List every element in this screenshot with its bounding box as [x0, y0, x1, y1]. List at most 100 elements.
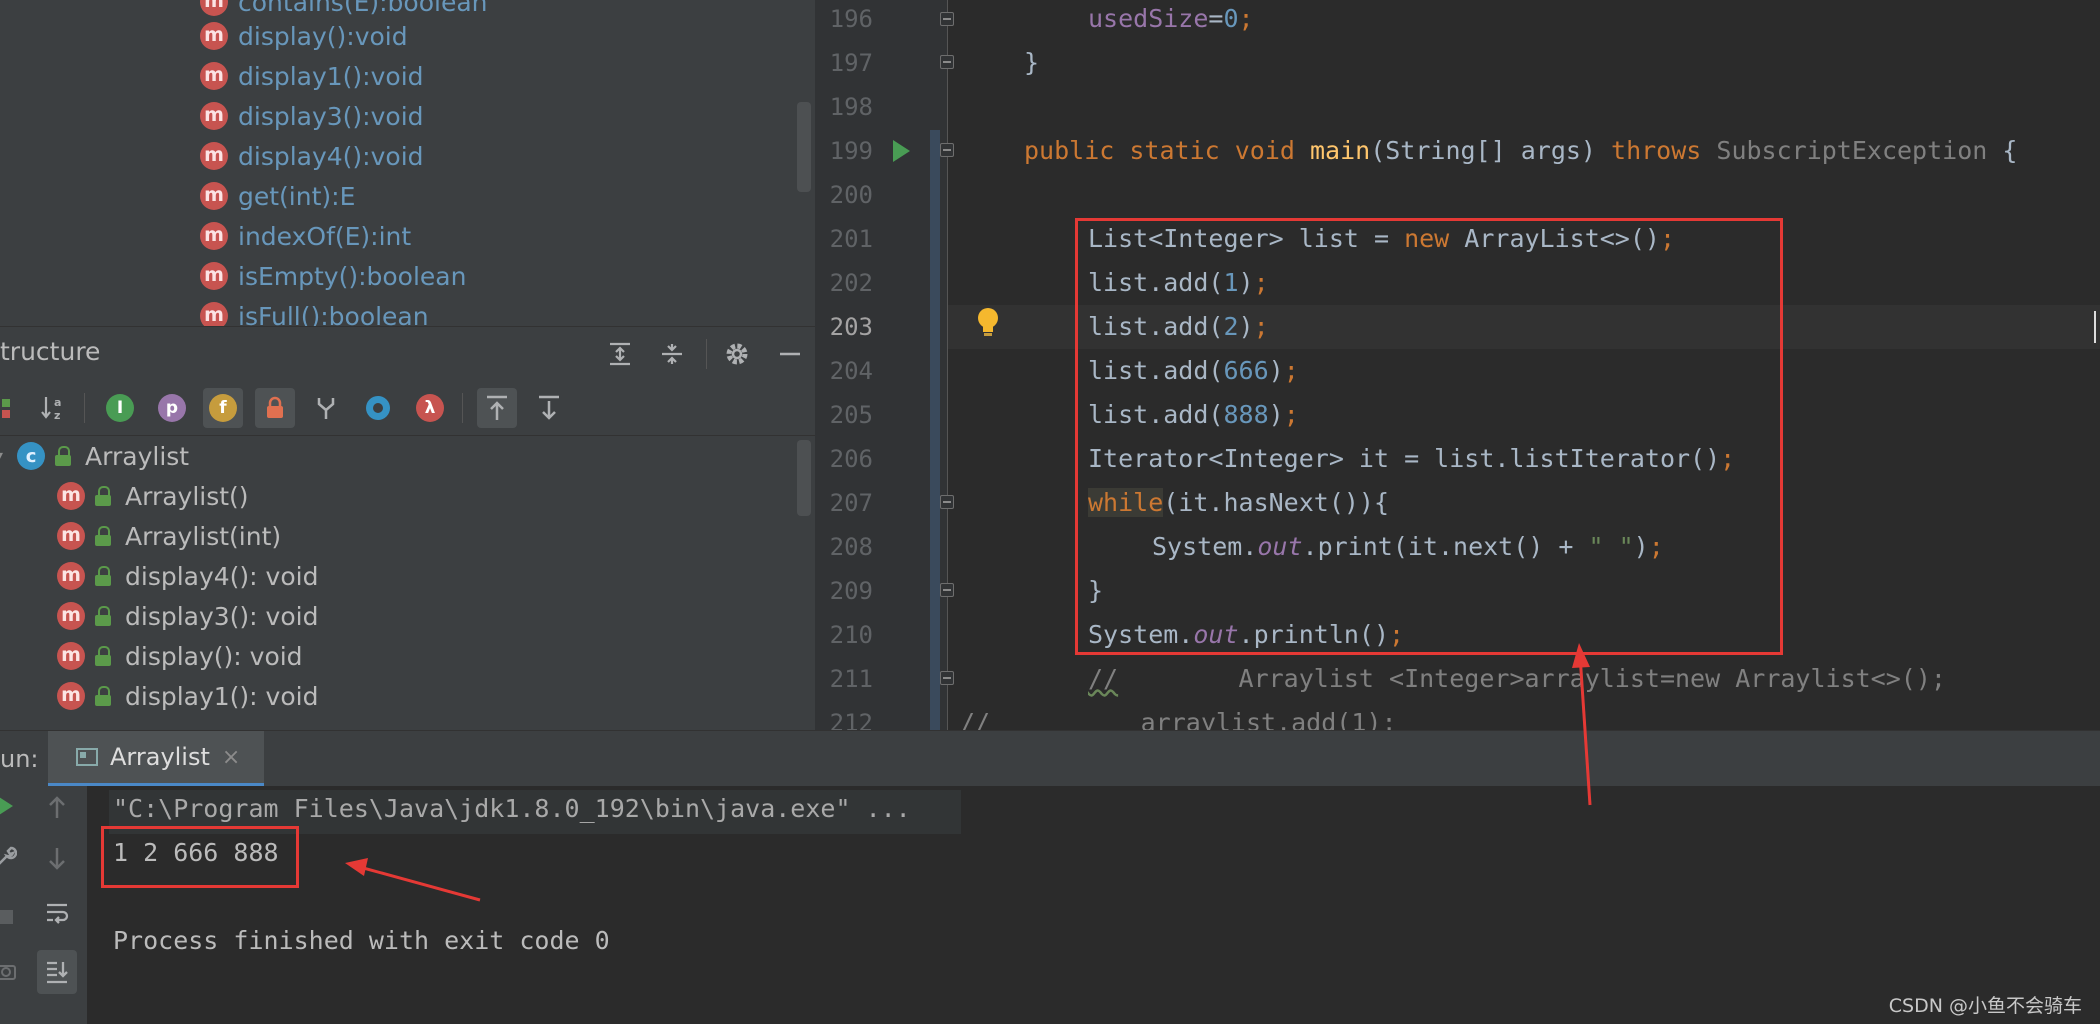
method-icon: m	[200, 102, 228, 130]
autoscroll-to-source-button[interactable]	[477, 388, 517, 428]
code-line-comment: // Arraylist <Integer>arraylist=new Arra…	[1088, 664, 1946, 693]
show-lambda-button[interactable]: λ	[410, 388, 450, 428]
console-output[interactable]: "C:\Program Files\Java\jdk1.8.0_192\bin\…	[87, 786, 2100, 1024]
member-item[interactable]: m get(int):E	[200, 176, 355, 216]
show-lambdas-button[interactable]	[358, 388, 398, 428]
lock-icon	[55, 446, 72, 466]
lock-icon	[95, 686, 111, 706]
method-icon: m	[57, 602, 85, 630]
lightbulb-icon[interactable]	[976, 306, 1000, 340]
lock-icon	[95, 526, 111, 546]
collapse-all-button[interactable]	[656, 338, 688, 370]
code-line: list.add(666);	[1088, 356, 1299, 385]
member-label: Arraylist()	[125, 481, 249, 511]
member-label: display():void	[238, 21, 408, 51]
code-line: }	[1024, 48, 1040, 77]
console-output-line: 1 2 666 888	[113, 838, 279, 867]
member-label: display3():void	[238, 101, 424, 131]
structure-toolbar: az I p f λ	[0, 381, 815, 436]
rerun-button[interactable]	[0, 794, 26, 825]
text-caret	[2094, 311, 2096, 343]
minimize-icon	[780, 352, 800, 356]
lambda-icon: λ	[416, 394, 444, 422]
line-number: 200	[829, 181, 873, 209]
fold-marker[interactable]	[940, 671, 954, 685]
run-main-icon[interactable]	[893, 140, 910, 162]
line-number: 202	[829, 269, 873, 297]
camera-button[interactable]	[0, 958, 26, 988]
fold-marker[interactable]	[940, 583, 954, 597]
scroll-up-button[interactable]	[37, 794, 77, 827]
scroll-down-button[interactable]	[37, 846, 77, 879]
scroll-to-end-button[interactable]	[37, 950, 77, 994]
collapse-all-icon	[662, 344, 682, 364]
tree-member[interactable]: m display4(): void	[57, 556, 318, 596]
lock-icon	[95, 566, 111, 586]
method-icon: m	[200, 22, 228, 50]
member-item[interactable]: m display():void	[200, 16, 408, 56]
member-label: Arraylist(int)	[125, 521, 282, 551]
autoscroll-from-source-button[interactable]	[529, 388, 569, 428]
scroll-up-icon	[487, 395, 507, 420]
sort-alpha-button[interactable]: az	[34, 388, 74, 428]
code-editor[interactable]: 196 197 198 199 200 201 202 203 204 205 …	[815, 0, 2100, 730]
breakpoint-strip[interactable]	[930, 130, 940, 730]
member-item[interactable]: m indexOf(E):int	[200, 216, 411, 256]
close-icon[interactable]: ×	[222, 745, 240, 770]
settings-button[interactable]	[721, 338, 753, 370]
camera-icon	[0, 965, 16, 980]
tree-member[interactable]: m Arraylist()	[57, 476, 249, 516]
member-item[interactable]: m display1():void	[200, 56, 424, 96]
show-non-public-button[interactable]	[255, 388, 295, 428]
method-icon: m	[200, 222, 228, 250]
scroll-to-end-icon	[47, 961, 68, 984]
sort-visibility-button[interactable]	[0, 388, 30, 428]
fold-marker[interactable]	[940, 143, 954, 157]
code-line: while(it.hasNext()){	[1088, 488, 1390, 517]
code-line: list.add(1);	[1088, 268, 1269, 297]
tree-member[interactable]: m display(): void	[57, 636, 303, 676]
tree-root[interactable]: ▾ c Arraylist	[0, 436, 189, 476]
member-label: display1(): void	[125, 681, 319, 711]
member-label: display3(): void	[125, 601, 319, 631]
member-item[interactable]: m isFull():boolean	[200, 296, 429, 326]
member-item[interactable]: m display3():void	[200, 96, 424, 136]
scrollbar-thumb[interactable]	[797, 440, 811, 516]
show-anonymous-button[interactable]	[306, 388, 346, 428]
play-icon	[0, 797, 13, 815]
code-line: System.out.print(it.next() + " ");	[1152, 532, 1664, 561]
fold-marker[interactable]	[940, 12, 954, 26]
tree-member[interactable]: m display1(): void	[57, 676, 318, 716]
tools-button[interactable]	[0, 844, 26, 875]
tree-member[interactable]: m display3(): void	[57, 596, 318, 636]
scrollbar-thumb[interactable]	[797, 102, 811, 192]
stop-button[interactable]	[0, 904, 26, 934]
fold-marker[interactable]	[940, 495, 954, 509]
method-icon: m	[57, 522, 85, 550]
fold-marker[interactable]	[940, 55, 954, 69]
scroll-down-icon	[539, 395, 559, 420]
member-item[interactable]: m display4():void	[200, 136, 424, 176]
member-label: display4():void	[238, 141, 424, 171]
tree-member[interactable]: m Arraylist(int)	[57, 516, 281, 556]
member-label: display(): void	[125, 641, 303, 671]
arrow-up-icon	[49, 796, 65, 818]
member-item[interactable]: m isEmpty():boolean	[200, 256, 466, 296]
wrench-icon	[0, 846, 18, 865]
hide-panel-button[interactable]	[774, 338, 806, 370]
code-line: System.out.println();	[1088, 620, 1405, 649]
line-number: 209	[829, 577, 873, 605]
code-line: List<Integer> list = new ArrayList<>();	[1088, 224, 1676, 253]
show-inherited-button[interactable]: I	[100, 388, 140, 428]
expand-all-button[interactable]	[604, 338, 636, 370]
member-label: isFull():boolean	[238, 301, 429, 327]
line-number: 207	[829, 489, 873, 517]
tab-arraylist[interactable]: Arraylist ×	[48, 731, 265, 786]
line-number: 198	[829, 93, 873, 121]
code-line-current: list.add(2);	[1088, 312, 1269, 341]
show-fields-button[interactable]: f	[203, 388, 243, 428]
soft-wrap-button[interactable]	[37, 900, 77, 933]
show-properties-button[interactable]: p	[152, 388, 192, 428]
console-icon	[76, 748, 98, 766]
run-side-toolbar	[0, 786, 87, 1024]
